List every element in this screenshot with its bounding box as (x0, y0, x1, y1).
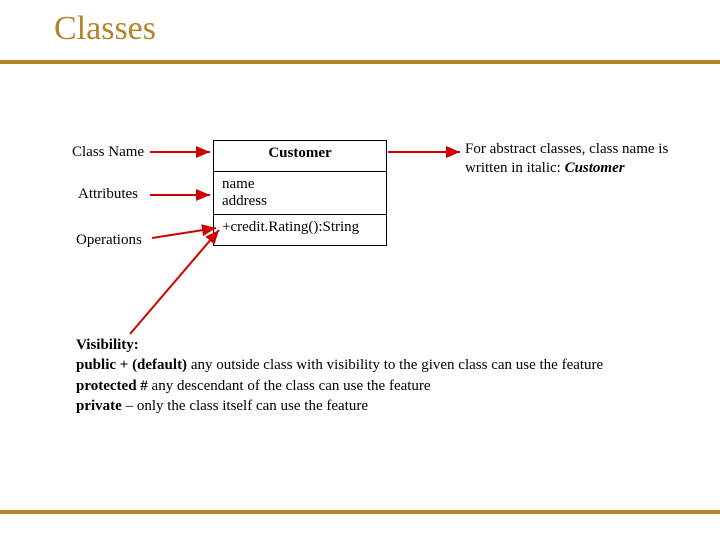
arrows-overlay (0, 0, 720, 540)
uml-operations-compartment: +credit.Rating():String (214, 215, 386, 245)
abstract-note: For abstract classes, class name is writ… (465, 140, 690, 178)
abstract-note-line2-prefix: written in italic: (465, 160, 565, 176)
label-attributes: Attributes (78, 186, 138, 203)
page-title: Classes (54, 10, 156, 48)
abstract-note-italic: Customer (565, 160, 625, 176)
uml-attribute: address (222, 193, 378, 210)
visibility-public-rest: any outside class with visibility to the… (187, 357, 603, 373)
visibility-private-rest: – only the class itself can use the feat… (122, 398, 368, 414)
visibility-public-bold: public + (default) (76, 357, 187, 373)
uml-name-compartment: Customer (214, 141, 386, 172)
visibility-block: Visibility: public + (default) any outsi… (76, 335, 656, 416)
visibility-protected-bold: protected # (76, 378, 148, 394)
visibility-heading: Visibility: (76, 337, 139, 353)
uml-attribute: name (222, 176, 378, 193)
bottom-rule (0, 510, 720, 514)
top-rule (0, 60, 720, 64)
label-operations: Operations (76, 232, 142, 249)
visibility-private-bold: private (76, 398, 122, 414)
uml-operation: +credit.Rating():String (222, 219, 378, 236)
label-class-name: Class Name (72, 144, 144, 161)
visibility-protected-rest: any descendant of the class can use the … (148, 378, 431, 394)
uml-attributes-compartment: name address (214, 172, 386, 215)
uml-class-name: Customer (268, 145, 331, 161)
uml-class-box: Customer name address +credit.Rating():S… (213, 140, 387, 246)
abstract-note-line1: For abstract classes, class name is (465, 141, 668, 157)
